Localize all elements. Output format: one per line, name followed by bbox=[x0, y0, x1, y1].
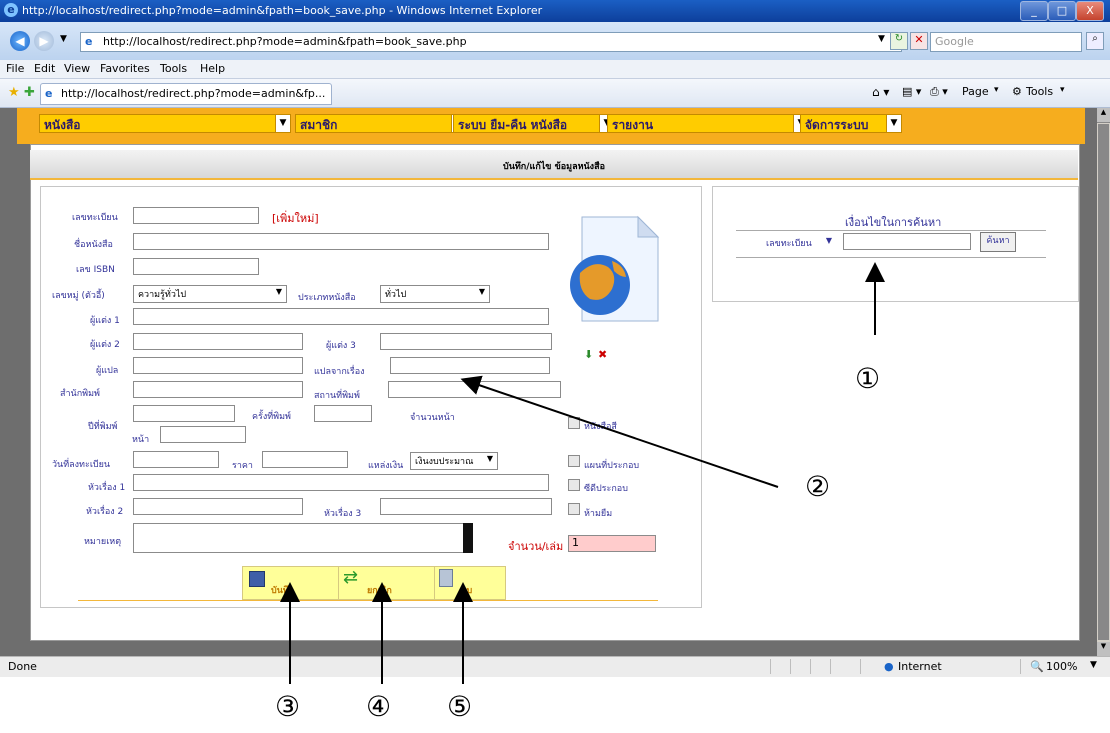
callout-2: ② bbox=[805, 470, 831, 503]
callout-1: ① bbox=[855, 362, 881, 395]
annotation-arrows bbox=[280, 262, 885, 684]
callout-4: ④ bbox=[366, 690, 392, 723]
arrow-2 bbox=[460, 375, 779, 488]
callout-5: ⑤ bbox=[447, 690, 473, 723]
callout-3: ③ bbox=[275, 690, 301, 723]
